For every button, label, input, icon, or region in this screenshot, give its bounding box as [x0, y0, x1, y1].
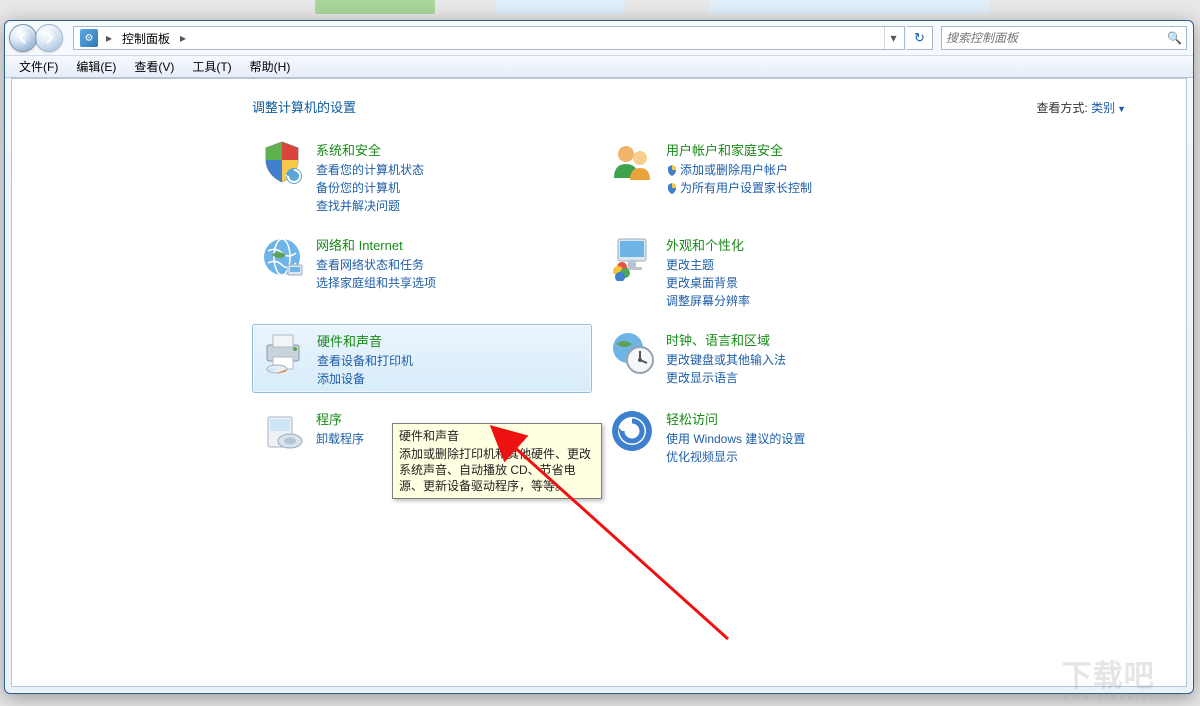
breadcrumb[interactable]: ⚙ ▸ 控制面板 ▸ ▾ — [73, 26, 905, 50]
category-title[interactable]: 时钟、语言和区域 — [666, 330, 786, 349]
ease-of-access-icon — [608, 407, 656, 455]
link-uninstall-program[interactable]: 卸载程序 — [316, 430, 364, 448]
link-devices-printers[interactable]: 查看设备和打印机 — [317, 352, 413, 370]
link-troubleshoot[interactable]: 查找并解决问题 — [316, 197, 424, 215]
shield-icon — [258, 138, 306, 186]
address-bar: ⚙ ▸ 控制面板 ▸ ▾ ↻ 🔍 — [5, 21, 1193, 55]
category-title[interactable]: 硬件和声音 — [317, 331, 413, 350]
menu-view[interactable]: 查看(V) — [126, 56, 182, 77]
link-backup[interactable]: 备份您的计算机 — [316, 179, 424, 197]
link-network-status[interactable]: 查看网络状态和任务 — [316, 256, 436, 274]
link-change-wallpaper[interactable]: 更改桌面背景 — [666, 274, 750, 292]
programs-icon — [258, 407, 306, 455]
category-title[interactable]: 外观和个性化 — [666, 235, 750, 254]
tooltip-title: 硬件和声音 — [399, 428, 595, 444]
menu-help[interactable]: 帮助(H) — [242, 56, 299, 77]
view-by-dropdown[interactable]: 类别▼ — [1091, 101, 1126, 115]
link-homegroup[interactable]: 选择家庭组和共享选项 — [316, 274, 436, 292]
menu-edit[interactable]: 编辑(E) — [68, 56, 124, 77]
link-screen-resolution[interactable]: 调整屏幕分辨率 — [666, 292, 750, 310]
close-button[interactable]: ✕ — [1145, 20, 1193, 21]
printer-icon — [259, 329, 307, 377]
forward-button[interactable] — [35, 24, 63, 52]
link-add-device[interactable]: 添加设备 — [317, 370, 413, 388]
link-add-remove-accounts[interactable]: 添加或删除用户帐户 — [666, 161, 812, 179]
minimize-button[interactable]: ─ — [1081, 20, 1111, 21]
link-display-language[interactable]: 更改显示语言 — [666, 369, 786, 387]
clock-globe-icon — [608, 328, 656, 376]
category-clock-language-region[interactable]: 时钟、语言和区域 更改键盘或其他输入法 更改显示语言 — [602, 324, 942, 393]
link-parental-controls[interactable]: 为所有用户设置家长控制 — [666, 179, 812, 197]
category-ease-of-access[interactable]: 轻松访问 使用 Windows 建议的设置 优化视频显示 — [602, 403, 942, 470]
breadcrumb-segment[interactable]: 控制面板 — [116, 27, 176, 49]
view-by-label: 查看方式: — [1036, 101, 1087, 115]
refresh-button[interactable]: ↻ — [907, 26, 933, 50]
chevron-right-icon[interactable]: ▸ — [102, 27, 116, 49]
maximize-button[interactable]: ▭ — [1113, 20, 1143, 21]
tooltip-hardware-sound: 硬件和声音 添加或删除打印机和其他硬件、更改系统声音、自动播放 CD、节省电源、… — [392, 423, 602, 499]
globe-icon — [258, 233, 306, 281]
link-windows-recommended[interactable]: 使用 Windows 建议的设置 — [666, 430, 805, 448]
users-icon — [608, 138, 656, 186]
chevron-right-icon[interactable]: ▸ — [176, 27, 190, 49]
tooltip-body: 添加或删除打印机和其他硬件、更改系统声音、自动播放 CD、节省电源、更新设备驱动… — [399, 446, 595, 494]
control-panel-icon: ⚙ — [80, 29, 98, 47]
link-keyboard-input[interactable]: 更改键盘或其他输入法 — [666, 351, 786, 369]
category-title[interactable]: 用户帐户和家庭安全 — [666, 140, 812, 159]
view-by: 查看方式: 类别▼ — [1036, 99, 1126, 116]
menu-tools[interactable]: 工具(T) — [184, 56, 239, 77]
page-title: 调整计算机的设置 — [252, 97, 1146, 116]
back-button[interactable] — [9, 24, 37, 52]
category-title[interactable]: 轻松访问 — [666, 409, 805, 428]
category-title[interactable]: 系统和安全 — [316, 140, 424, 159]
search-icon[interactable]: 🔍 — [1167, 31, 1182, 45]
appearance-icon — [608, 233, 656, 281]
link-change-theme[interactable]: 更改主题 — [666, 256, 750, 274]
search-input[interactable] — [946, 31, 1167, 45]
content-area: 调整计算机的设置 查看方式: 类别▼ — [11, 78, 1187, 687]
category-appearance[interactable]: 外观和个性化 更改主题 更改桌面背景 调整屏幕分辨率 — [602, 229, 942, 314]
menu-bar: 文件(F) 编辑(E) 查看(V) 工具(T) 帮助(H) — [5, 55, 1193, 78]
link-system-status[interactable]: 查看您的计算机状态 — [316, 161, 424, 179]
category-system-security[interactable]: 系统和安全 查看您的计算机状态 备份您的计算机 查找并解决问题 — [252, 134, 592, 219]
category-hardware-sound[interactable]: 硬件和声音 查看设备和打印机 添加设备 — [252, 324, 592, 393]
control-panel-window: ─ ▭ ✕ ⚙ ▸ 控制面板 ▸ ▾ ↻ 🔍 文件(F) 编辑(E) — [4, 20, 1194, 694]
breadcrumb-dropdown[interactable]: ▾ — [884, 27, 902, 49]
link-optimize-video[interactable]: 优化视频显示 — [666, 448, 805, 466]
search-box[interactable]: 🔍 — [941, 26, 1187, 50]
menu-file[interactable]: 文件(F) — [11, 56, 66, 77]
category-title[interactable]: 网络和 Internet — [316, 235, 436, 254]
category-network-internet[interactable]: 网络和 Internet 查看网络状态和任务 选择家庭组和共享选项 — [252, 229, 592, 314]
category-user-accounts[interactable]: 用户帐户和家庭安全 添加或删除用户帐户 为所有用户设置家长控制 — [602, 134, 942, 219]
category-title[interactable]: 程序 — [316, 409, 364, 428]
